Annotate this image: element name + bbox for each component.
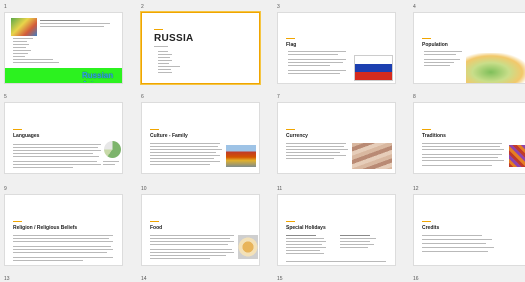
slide-title: Traditions bbox=[422, 133, 446, 139]
slide-9-canvas[interactable]: Religion / Religious Beliefs bbox=[4, 194, 123, 266]
slide-sorter-grid: 1 Russian Art 2 RUSSIA bbox=[0, 0, 525, 282]
slide-title: Population bbox=[422, 42, 448, 48]
slide-title: Special Holidays bbox=[286, 225, 326, 231]
slide-title: Culture - Family bbox=[150, 133, 188, 139]
slide-3-canvas[interactable]: Flag bbox=[277, 12, 396, 84]
slide-number: 7 bbox=[277, 94, 280, 100]
slide-7-canvas[interactable]: Currency bbox=[277, 102, 396, 174]
slide-5-canvas[interactable]: Languages bbox=[4, 102, 123, 174]
slide-title: Currency bbox=[286, 133, 308, 139]
slide-number: 4 bbox=[413, 4, 416, 10]
cathedral-image bbox=[226, 145, 256, 167]
slide-6-canvas[interactable]: Culture - Family bbox=[141, 102, 260, 174]
slide-title: Languages bbox=[13, 133, 40, 139]
slide-number: 3 bbox=[277, 4, 280, 10]
slide-number: 15 bbox=[277, 276, 283, 282]
slide-2-canvas-selected[interactable]: RUSSIA bbox=[141, 12, 260, 84]
slide-number: 14 bbox=[141, 276, 147, 282]
slide-title: Food bbox=[150, 225, 163, 231]
map-image bbox=[11, 18, 37, 36]
slide-number: 8 bbox=[413, 94, 416, 100]
slide-number: 11 bbox=[277, 186, 283, 192]
population-map-image bbox=[466, 53, 525, 83]
slide-title: Flag bbox=[286, 42, 297, 48]
slide-title: Religion / Religious Beliefs bbox=[13, 225, 78, 231]
slide-8-canvas[interactable]: Traditions bbox=[413, 102, 525, 174]
food-image bbox=[238, 235, 258, 259]
traditions-image bbox=[509, 145, 525, 167]
slide-number: 9 bbox=[4, 186, 7, 192]
slide-number: 16 bbox=[413, 276, 419, 282]
slide-number: 13 bbox=[4, 276, 10, 282]
slide-1-canvas[interactable]: Russian Art bbox=[4, 12, 123, 84]
slide-number: 10 bbox=[141, 186, 147, 192]
slide-title: RUSSIA bbox=[154, 33, 194, 44]
slide-number: 2 bbox=[141, 4, 144, 10]
currency-banknotes-image bbox=[352, 143, 392, 169]
russian-art-wordart: Russian Art bbox=[82, 71, 114, 82]
slide-11-canvas[interactable]: Special Holidays bbox=[277, 194, 396, 266]
slide-number: 12 bbox=[413, 186, 419, 192]
slide-4-canvas[interactable]: Population bbox=[413, 12, 525, 84]
slide-title: Credits bbox=[422, 225, 440, 231]
slide-10-canvas[interactable]: Food bbox=[141, 194, 260, 266]
slide-number: 5 bbox=[4, 94, 7, 100]
slide-12-canvas[interactable]: Credits bbox=[413, 194, 525, 266]
russia-flag-image bbox=[354, 55, 393, 81]
slide-number: 6 bbox=[141, 94, 144, 100]
languages-pie-image bbox=[104, 141, 121, 158]
slide-number: 1 bbox=[4, 4, 7, 10]
